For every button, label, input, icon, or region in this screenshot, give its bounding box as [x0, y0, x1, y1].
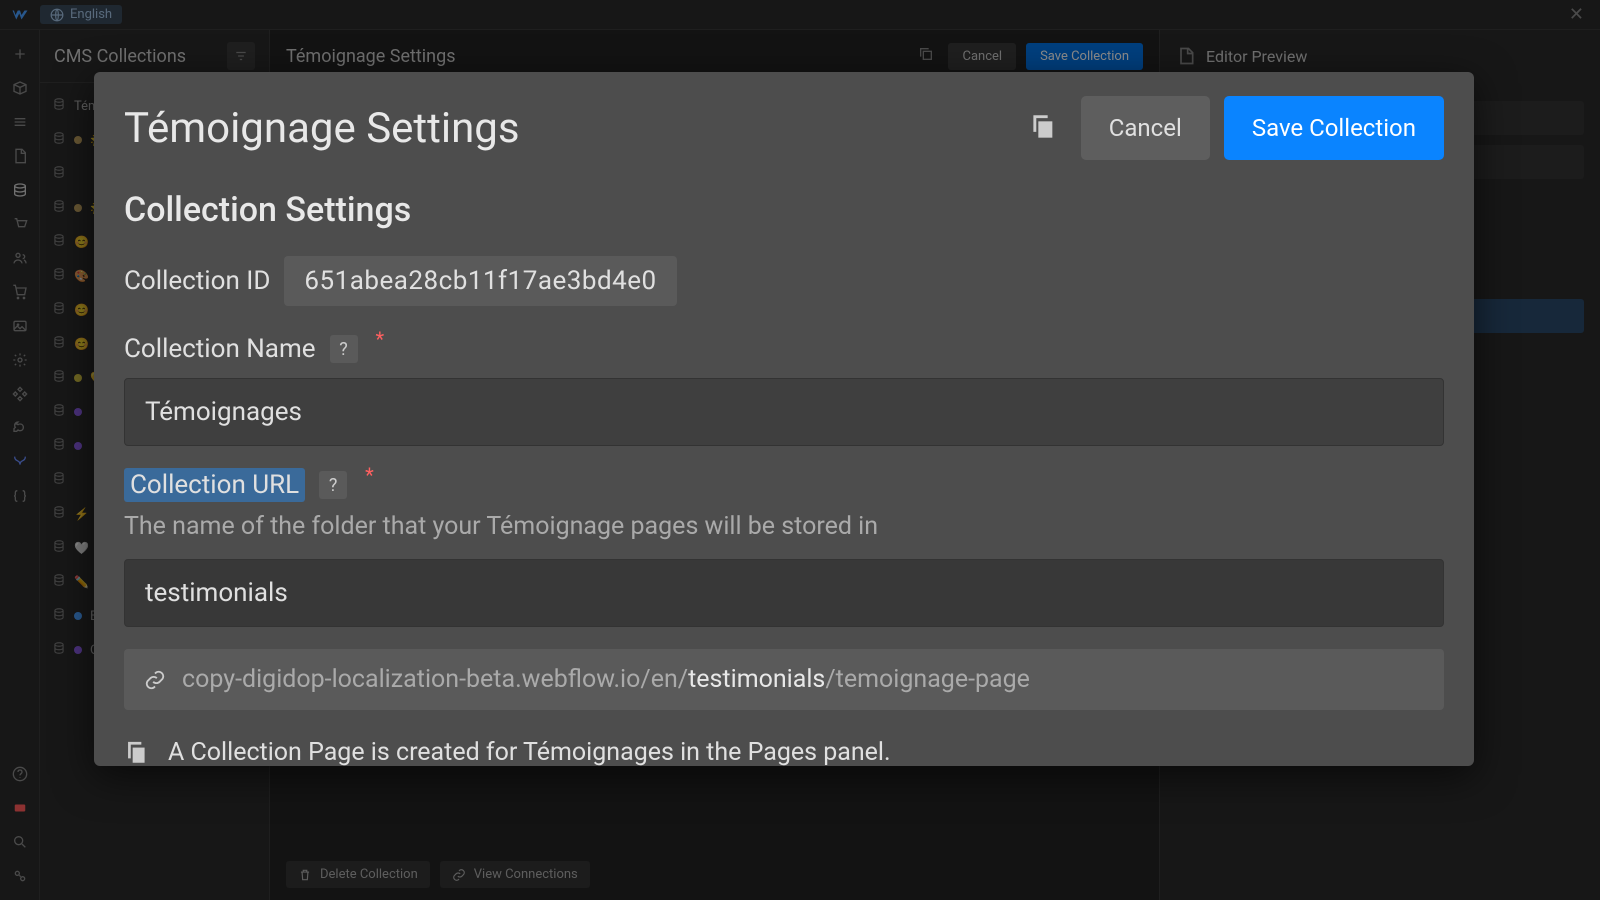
modal-save-button[interactable]: Save Collection [1224, 96, 1444, 160]
collection-id-label: Collection ID [124, 266, 270, 296]
required-indicator: * [365, 463, 374, 487]
modal-title: Témoignage Settings [124, 104, 1019, 153]
collection-url-input[interactable] [124, 559, 1444, 627]
collection-url-description: The name of the folder that your Témoign… [124, 512, 1444, 541]
modal-cancel-button[interactable]: Cancel [1081, 96, 1210, 160]
copy-icon [1029, 112, 1057, 140]
collection-id-value: 651abea28cb11f17ae3bd4e0 [284, 256, 676, 306]
info-page-created: A Collection Page is created for Témoign… [124, 738, 1444, 766]
collection-name-input[interactable] [124, 378, 1444, 446]
settings-modal: Témoignage Settings Cancel Save Collecti… [94, 72, 1474, 766]
collection-name-label: Collection Name [124, 334, 316, 364]
help-icon[interactable]: ? [330, 335, 358, 363]
url-preview: copy-digidop-localization-beta.webflow.i… [124, 649, 1444, 710]
duplicate-button[interactable] [1019, 102, 1067, 154]
help-icon[interactable]: ? [319, 471, 347, 499]
section-title: Collection Settings [124, 190, 1444, 230]
pages-icon [124, 740, 150, 766]
collection-url-label: Collection URL [124, 468, 305, 502]
required-indicator: * [376, 327, 385, 351]
link-icon [144, 669, 166, 691]
